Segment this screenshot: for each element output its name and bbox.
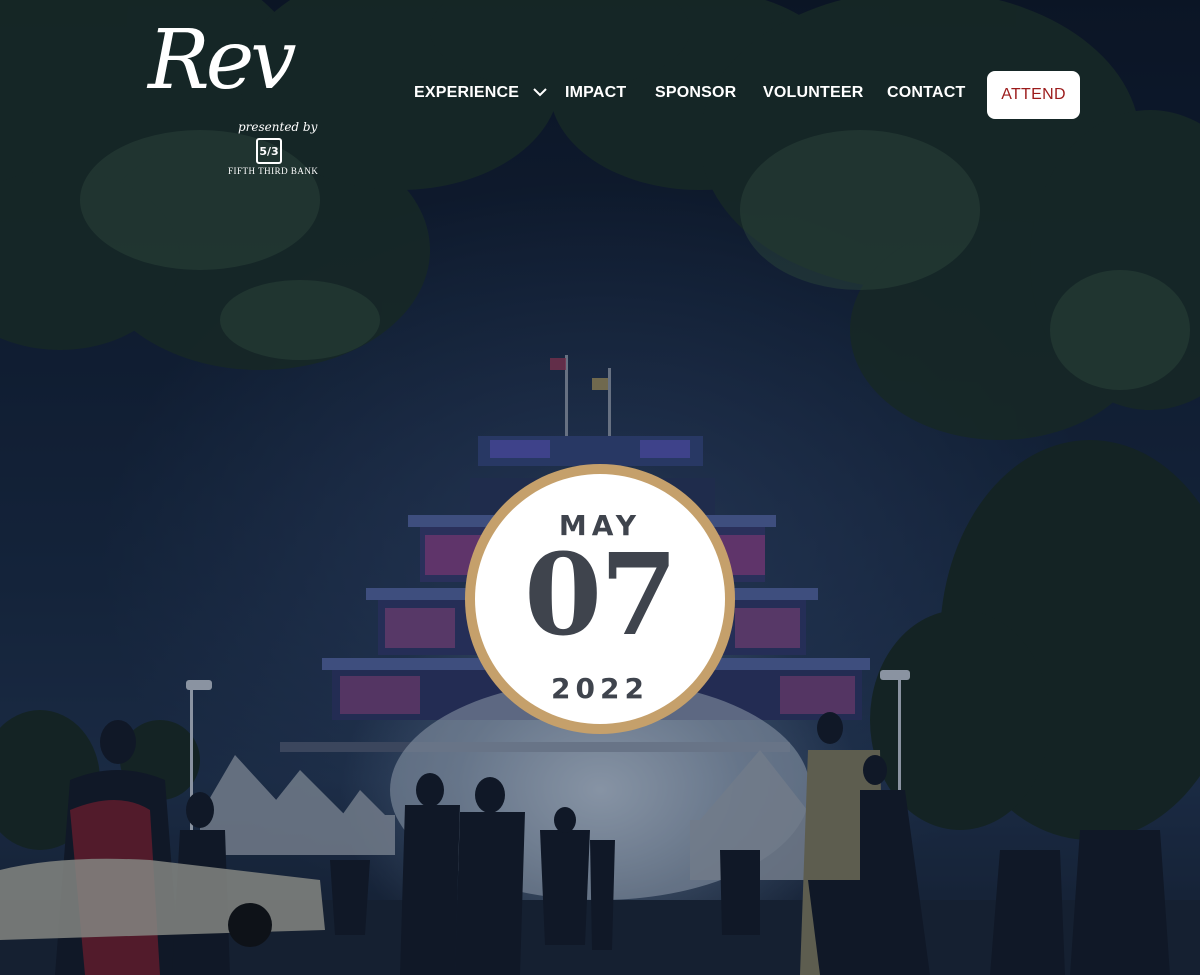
event-day: 07 xyxy=(524,530,678,661)
rev-logo[interactable]: Rev presented by 5/3 FIFTH THIRD BANK xyxy=(118,10,318,180)
event-year: 2022 xyxy=(551,672,649,705)
nav-item-label: EXPERIENCE xyxy=(414,84,520,102)
logo-bank-name: FIFTH THIRD BANK xyxy=(228,166,319,176)
fifth-third-bank-icon: 5/3 xyxy=(256,138,282,164)
event-date-badge: MAY 07 2022 xyxy=(465,464,735,734)
nav-item-contact[interactable]: CONTACT xyxy=(887,84,965,102)
nav-item-experience[interactable]: EXPERIENCE xyxy=(414,84,548,102)
nav-item-sponsor[interactable]: SPONSOR xyxy=(655,84,736,102)
nav-item-impact[interactable]: IMPACT xyxy=(565,84,626,102)
chevron-down-icon xyxy=(532,84,548,102)
attend-button[interactable]: ATTEND xyxy=(987,71,1080,119)
nav-item-volunteer[interactable]: VOLUNTEER xyxy=(763,84,863,102)
event-date-inner: MAY 07 2022 xyxy=(475,474,725,724)
logo-presented-by: presented by xyxy=(238,120,318,134)
logo-wordmark: Rev xyxy=(148,13,297,108)
